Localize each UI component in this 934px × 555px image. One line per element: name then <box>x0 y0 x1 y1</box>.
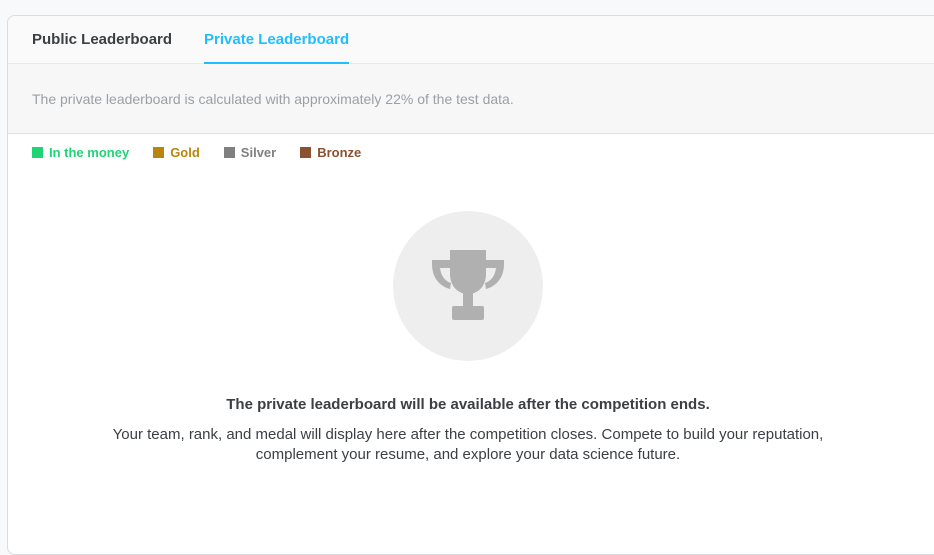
empty-state-description: Your team, rank, and medal will display … <box>112 426 824 463</box>
trophy-circle <box>393 211 543 361</box>
medal-legend: In the money Gold Silver Bronze <box>8 134 934 170</box>
legend-swatch <box>32 146 43 158</box>
legend-swatch <box>223 146 235 158</box>
leaderboard-info-bar: The private leaderboard is calculated wi… <box>8 64 934 134</box>
empty-state: The private leaderboard will be availabl… <box>8 211 934 465</box>
trophy-icon <box>432 250 504 320</box>
leaderboard-card: Public Leaderboard Private Leaderboard T… <box>7 15 934 555</box>
legend-item-gold: Gold <box>153 145 200 160</box>
legend-item-bronze: Bronze <box>300 145 361 160</box>
tab-public-leaderboard[interactable]: Public Leaderboard <box>32 16 172 63</box>
empty-state-title: The private leaderboard will be availabl… <box>226 396 710 413</box>
leaderboard-tabs: Public Leaderboard Private Leaderboard <box>8 16 934 64</box>
legend-label: In the money <box>49 144 130 160</box>
info-text: The private leaderboard is calculated wi… <box>32 90 514 107</box>
legend-swatch <box>300 146 312 158</box>
legend-label: Gold <box>170 144 200 160</box>
legend-label: Silver <box>240 144 277 160</box>
legend-swatch <box>153 146 165 158</box>
legend-item-silver: Silver <box>223 144 277 160</box>
legend-item-in-the-money: In the money <box>32 145 129 160</box>
tab-private-leaderboard[interactable]: Private Leaderboard <box>204 16 350 64</box>
legend-label: Bronze <box>317 144 362 160</box>
